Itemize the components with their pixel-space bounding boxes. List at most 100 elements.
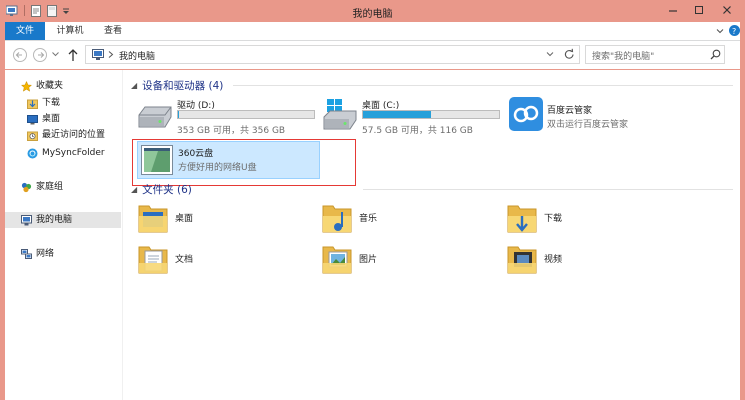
section-divider [363, 189, 733, 190]
homegroup-icon [21, 182, 32, 193]
devices-section-header[interactable]: ◢ 设备和驱动器 (4) [131, 78, 223, 93]
drive-usage-bar [362, 110, 500, 119]
sidebar-item-label: 收藏夹 [36, 81, 64, 91]
close-icon [723, 6, 731, 14]
title-bar: 我的电脑 [0, 0, 745, 22]
breadcrumb-item[interactable]: 我的电脑 [119, 49, 155, 62]
up-button[interactable] [67, 48, 79, 62]
search-box[interactable]: 搜索"我的电脑" [585, 45, 725, 64]
search-placeholder: 搜索"我的电脑" [592, 52, 655, 62]
app-description: 方便好用的网络U盘 [178, 163, 257, 173]
drive-usage-bar [177, 110, 315, 119]
drive-space-info: 57.5 GB 可用，共 116 GB [362, 126, 473, 136]
folder-desktop[interactable]: 桌面 [137, 202, 297, 236]
folder-name: 视频 [544, 255, 563, 265]
drive-space-info: 353 GB 可用，共 356 GB [177, 126, 286, 136]
360-cloud-item[interactable]: 360云盘 方便好用的网络U盘 [137, 141, 320, 179]
sidebar-item-computer[interactable]: 我的电脑 [5, 212, 121, 228]
download-folder-icon [27, 98, 38, 109]
folder-name: 下载 [544, 214, 563, 224]
minimize-button[interactable] [660, 0, 686, 20]
app-description: 双击运行百度云管家 [547, 120, 629, 130]
documents-folder-icon [137, 243, 169, 278]
navigation-pane: 收藏夹 下载 桌面 最近访问的位置 MySyncFolder 家庭组 我的电脑 … [5, 70, 123, 400]
music-folder-icon [321, 202, 353, 237]
breadcrumb-separator-icon[interactable] [108, 51, 114, 58]
app-name: 百度云管家 [547, 106, 593, 116]
up-arrow-icon [68, 49, 78, 61]
drive-c[interactable]: 桌面 (C:) 57.5 GB 可用，共 116 GB [320, 97, 500, 136]
sidebar-item-recent[interactable]: 最近访问的位置 [27, 127, 105, 143]
close-button[interactable] [712, 0, 742, 20]
main-pane: ◢ 设备和驱动器 (4) 驱动 (D:) 353 GB 可用，共 356 GB … [123, 70, 740, 400]
sidebar-item-mysyncfolder[interactable]: MySyncFolder [27, 145, 105, 161]
drive-d[interactable]: 驱动 (D:) 353 GB 可用，共 356 GB [135, 97, 315, 136]
svg-text:?: ? [732, 27, 736, 36]
section-title: 设备和驱动器 (4) [142, 80, 224, 92]
refresh-button[interactable] [562, 47, 577, 62]
pictures-folder-icon [321, 243, 353, 278]
forward-arrow-icon [38, 52, 45, 58]
tab-view[interactable]: 查看 [95, 22, 131, 40]
folder-downloads[interactable]: 下载 [506, 202, 666, 236]
desktop-folder-icon [137, 202, 169, 237]
section-divider [233, 85, 733, 86]
folder-name: 图片 [359, 255, 378, 265]
navigation-bar: 我的电脑 搜索"我的电脑" [5, 41, 740, 69]
sidebar-item-network[interactable]: 网络 [21, 246, 54, 262]
folder-documents[interactable]: 文档 [137, 243, 297, 277]
window-title: 我的电脑 [352, 9, 393, 20]
folder-name: 音乐 [359, 214, 378, 224]
desktop-icon [27, 114, 38, 125]
videos-folder-icon [506, 243, 538, 278]
sidebar-item-label: 桌面 [42, 114, 61, 124]
collapse-icon: ◢ [131, 185, 138, 194]
drive-usage-fill [363, 111, 431, 118]
content-area: 收藏夹 下载 桌面 最近访问的位置 MySyncFolder 家庭组 我的电脑 … [5, 70, 740, 400]
baidu-cloud-icon [509, 97, 543, 134]
refresh-icon [564, 48, 574, 59]
sidebar-item-label: 家庭组 [36, 182, 64, 192]
recent-locations-icon[interactable] [52, 51, 59, 58]
network-icon [21, 248, 32, 260]
folder-name: 文档 [175, 255, 194, 265]
help-icon[interactable]: ? [729, 25, 740, 36]
minimize-icon [669, 10, 677, 12]
sidebar-item-homegroup[interactable]: 家庭组 [21, 179, 63, 195]
sidebar-item-label: 我的电脑 [36, 215, 73, 225]
drive-usage-fill [178, 111, 180, 118]
sidebar-item-label: 最近访问的位置 [42, 130, 106, 140]
star-icon [20, 80, 33, 92]
sidebar-item-label: 网络 [36, 249, 55, 259]
computer-small-icon [92, 49, 104, 63]
folder-music[interactable]: 音乐 [321, 202, 481, 236]
computer-icon [21, 214, 32, 226]
baidu-cloud-item[interactable]: 百度云管家 双击运行百度云管家 [505, 97, 685, 135]
address-dropdown-icon[interactable] [546, 51, 554, 58]
app-name: 360云盘 [178, 149, 214, 159]
explorer-window: 我的电脑 文件 计算机 查看 ? 我的电脑 搜索"我的电脑" 收藏夹 下载 桌面… [0, 0, 745, 400]
sidebar-item-label: MySyncFolder [42, 148, 105, 158]
folder-name: 桌面 [175, 214, 194, 224]
sidebar-item-label: 下载 [42, 98, 61, 108]
address-bar[interactable]: 我的电脑 [85, 45, 580, 64]
tab-computer[interactable]: 计算机 [50, 22, 90, 40]
sidebar-item-desktop[interactable]: 桌面 [27, 111, 60, 127]
folders-section-header[interactable]: ◢ 文件夹 (6) [131, 182, 192, 197]
recent-places-icon [27, 130, 38, 141]
search-icon[interactable] [710, 49, 721, 60]
hard-drive-icon [137, 105, 173, 134]
windows-drive-icon [322, 99, 358, 134]
tab-file[interactable]: 文件 [5, 22, 45, 40]
folder-pictures[interactable]: 图片 [321, 243, 481, 277]
maximize-icon [695, 6, 703, 14]
ribbon-expand-icon[interactable] [715, 26, 725, 36]
folder-videos[interactable]: 视频 [506, 243, 666, 277]
collapse-icon: ◢ [131, 81, 138, 90]
sync-folder-icon [27, 148, 38, 159]
sidebar-item-downloads[interactable]: 下载 [27, 95, 60, 111]
back-button[interactable] [13, 48, 27, 62]
forward-button[interactable] [33, 48, 47, 62]
maximize-button[interactable] [686, 0, 712, 20]
sidebar-item-favorites[interactable]: 收藏夹 [20, 78, 64, 94]
